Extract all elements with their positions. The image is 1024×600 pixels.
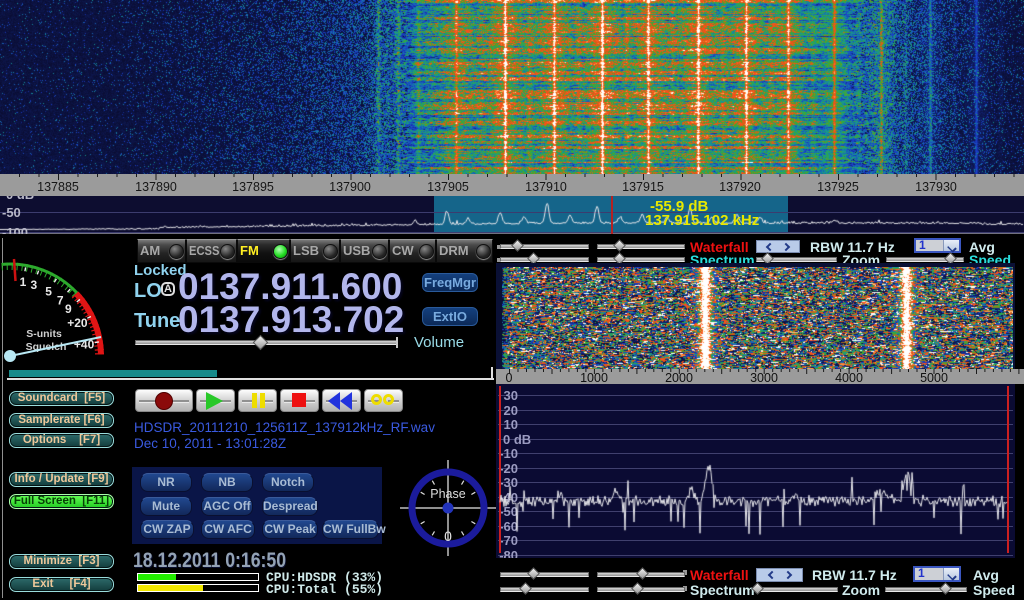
svg-text:137910: 137910 bbox=[525, 180, 567, 194]
svg-text:137890: 137890 bbox=[135, 180, 177, 194]
svg-text:0: 0 bbox=[506, 371, 513, 384]
svg-text:137900: 137900 bbox=[329, 180, 371, 194]
svg-text:3: 3 bbox=[30, 278, 37, 292]
svg-text:1: 1 bbox=[20, 275, 27, 289]
svg-text:5: 5 bbox=[45, 285, 52, 299]
svg-text:137885: 137885 bbox=[37, 180, 79, 194]
svg-text:137915: 137915 bbox=[622, 180, 664, 194]
svg-text:S-units: S-units bbox=[26, 328, 62, 340]
svg-text:4000: 4000 bbox=[835, 371, 863, 384]
svg-text:137930: 137930 bbox=[915, 180, 957, 194]
svg-text:Phase: Phase bbox=[430, 487, 465, 501]
svg-text:137920: 137920 bbox=[719, 180, 761, 194]
svg-text:137925: 137925 bbox=[817, 180, 859, 194]
svg-text:+20: +20 bbox=[67, 316, 88, 330]
svg-text:9: 9 bbox=[65, 302, 72, 316]
svg-text:1000: 1000 bbox=[580, 371, 608, 384]
svg-text:3000: 3000 bbox=[750, 371, 778, 384]
svg-text:2000: 2000 bbox=[665, 371, 693, 384]
svg-text:137905: 137905 bbox=[427, 180, 469, 194]
svg-text:137895: 137895 bbox=[232, 180, 274, 194]
svg-text:5000: 5000 bbox=[920, 371, 948, 384]
svg-text:7: 7 bbox=[57, 293, 64, 307]
svg-text:0: 0 bbox=[444, 528, 452, 544]
